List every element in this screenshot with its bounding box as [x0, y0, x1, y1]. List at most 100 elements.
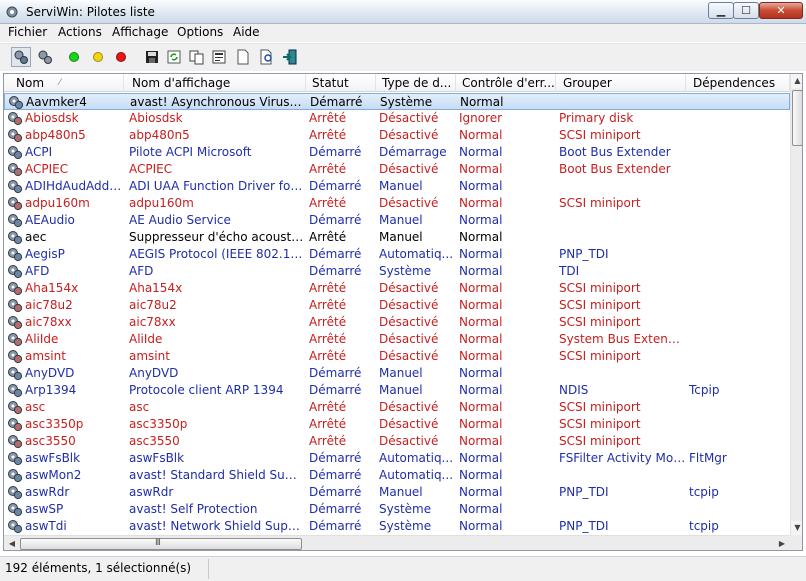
minimize-button[interactable]: ▁	[708, 2, 734, 19]
cell-error-control: Normal	[459, 366, 503, 380]
table-row[interactable]: AEAudio AE Audio Service Démarré Manuel Norm…	[4, 212, 790, 229]
menu-aide[interactable]: Aide	[233, 25, 260, 39]
table-row[interactable]: aic78u2 aic78u2 Arrêté Désactivé Normal SCSI …	[4, 297, 790, 314]
table-row[interactable]: aswRdr aswRdr Démarré Manuel Normal PNP_TDI tc…	[4, 484, 790, 501]
driver-gear-icon	[8, 129, 23, 143]
cell-error-control: Normal	[459, 247, 503, 261]
table-row[interactable]: adpu160m adpu160m Arrêté Désactivé Normal SCS…	[4, 195, 790, 212]
cell-status: Arrêté	[309, 281, 347, 295]
table-row[interactable]: ACPI Pilote ACPI Microsoft Démarré Démarrag…	[4, 144, 790, 161]
column-header-controle-erreur[interactable]: Contrôle d'err...	[456, 74, 556, 92]
table-row[interactable]: aswSP avast! Self Protection Démarré Systèm…	[4, 501, 790, 518]
table-row[interactable]: ADIHdAudAddS... ADI UAA Function Driver f…	[4, 178, 790, 195]
cell-name: aswTdi	[25, 519, 67, 533]
properties-icon	[14, 50, 28, 64]
vertical-scrollbar[interactable]: ▲ ▼	[790, 74, 802, 535]
properties-button[interactable]	[11, 47, 31, 67]
horizontal-scroll-thumb[interactable]: III	[20, 538, 302, 550]
cell-group: SCSI miniport	[559, 196, 641, 210]
driver-gear-icon	[8, 112, 23, 126]
menu-affichage[interactable]: Affichage	[112, 25, 168, 39]
table-row[interactable]: aic78xx aic78xx Arrêté Désactivé Normal SCSI …	[4, 314, 790, 331]
cell-status: Démarré	[309, 451, 362, 465]
scroll-down-arrow-icon[interactable]: ▼	[791, 521, 802, 535]
blank-page-icon	[237, 49, 249, 65]
save-button[interactable]	[142, 47, 162, 67]
cell-name: abp480n5	[25, 128, 86, 142]
table-row[interactable]: asc3550 asc3550 Arrêté Désactivé Normal SCSI …	[4, 433, 790, 450]
stop-icon	[116, 52, 126, 62]
cell-name: AEAudio	[25, 213, 75, 227]
app-gear-icon	[6, 6, 18, 18]
column-header-dependences[interactable]: Dépendences	[686, 74, 790, 92]
refresh-list-button[interactable]	[35, 47, 55, 67]
cell-display-name: Aha154x	[129, 281, 183, 295]
cell-group	[559, 365, 687, 382]
scroll-up-arrow-icon[interactable]: ▲	[791, 74, 802, 88]
table-row[interactable]: AegisP AEGIS Protocol (IEEE 802.1x) v... D…	[4, 246, 790, 263]
find-button[interactable]	[257, 47, 277, 67]
driver-gear-icon	[8, 350, 23, 364]
cell-dependencies	[689, 433, 787, 450]
vertical-scroll-thumb[interactable]	[792, 90, 802, 146]
table-row[interactable]: AFD AFD Démarré Système Normal TDI	[4, 263, 790, 280]
table-row[interactable]: AliIde AliIde Arrêté Désactivé Normal System …	[4, 331, 790, 348]
column-header-grouper[interactable]: Grouper	[556, 74, 686, 92]
driver-gear-icon	[8, 299, 23, 313]
scroll-left-arrow-icon[interactable]: ◀	[5, 537, 19, 550]
table-row[interactable]: Aha154x Aha154x Arrêté Désactivé Normal SCSI …	[4, 280, 790, 297]
table-row[interactable]: abp480n5 abp480n5 Arrêté Désactivé Normal SCS…	[4, 127, 790, 144]
close-button[interactable]: ✕	[759, 2, 803, 19]
table-row[interactable]: amsint amsint Arrêté Désactivé Normal SCSI mi…	[4, 348, 790, 365]
cell-start-type: Système	[379, 502, 432, 516]
exit-button[interactable]	[280, 47, 300, 67]
cell-display-name: avast! Self Protection	[129, 502, 258, 516]
table-row[interactable]: asc3350p asc3350p Arrêté Désactivé Normal SCS…	[4, 416, 790, 433]
cell-name: Aavmker4	[26, 95, 87, 109]
table-row[interactable]: asc asc Arrêté Désactivé Normal SCSI miniport	[4, 399, 790, 416]
pause-button[interactable]	[88, 47, 108, 67]
cell-dependencies: FltMgr	[689, 451, 727, 465]
cell-status: Démarré	[309, 468, 362, 482]
table-row[interactable]: aswFsBlk aswFsBlk Démarré Automatiq... Norma…	[4, 450, 790, 467]
list-header: Nom ⁄ Nom d'affichage Statut Type de d..…	[4, 74, 790, 92]
menu-options[interactable]: Options	[177, 25, 223, 39]
find-icon	[260, 49, 272, 65]
table-row[interactable]: aec Suppresseur d'écho acoustiqu... Arrêté…	[4, 229, 790, 246]
maximize-button[interactable]: ☐	[733, 2, 759, 19]
table-row[interactable]: Aavmker4 avast! Asynchronous Virus Mo... D…	[4, 93, 790, 110]
driver-gear-icon	[8, 486, 23, 500]
driver-gear-icon	[8, 384, 23, 398]
table-row[interactable]: aswTdi avast! Network Shield Support Démar…	[4, 518, 790, 535]
horizontal-scrollbar[interactable]: ◀ III ▶	[4, 535, 790, 550]
column-header-nom-affichage[interactable]: Nom d'affichage	[126, 74, 306, 92]
cell-dependencies: Tcpip	[689, 383, 720, 397]
menu-actions[interactable]: Actions	[58, 25, 102, 39]
table-row[interactable]: Abiosdsk Abiosdsk Arrêté Désactivé Ignorer Pr…	[4, 110, 790, 127]
copy-button[interactable]	[187, 47, 207, 67]
driver-gear-icon	[8, 180, 23, 194]
html-report-button[interactable]	[209, 47, 229, 67]
table-row[interactable]: Arp1394 Protocole client ARP 1394 Démarré M…	[4, 382, 790, 399]
table-row[interactable]: AnyDVD AnyDVD Démarré Manuel Normal	[4, 365, 790, 382]
cell-start-type: Système	[379, 264, 432, 278]
cell-group: SCSI miniport	[559, 417, 641, 431]
drivers-list[interactable]: Nom ⁄ Nom d'affichage Statut Type de d..…	[3, 73, 803, 551]
column-header-statut[interactable]: Statut	[306, 74, 376, 92]
cell-name: aic78u2	[25, 298, 73, 312]
column-header-type-demarrage[interactable]: Type de d...	[376, 74, 456, 92]
menu-fichier[interactable]: Fichier	[8, 25, 47, 39]
refresh-button[interactable]	[164, 47, 184, 67]
cell-dependencies	[689, 178, 787, 195]
start-button[interactable]	[64, 47, 84, 67]
column-header-nom[interactable]: Nom ⁄	[4, 74, 124, 92]
blank-page-button[interactable]	[233, 47, 253, 67]
cell-display-name: avast! Network Shield Support	[129, 519, 304, 533]
status-divider	[208, 559, 209, 579]
table-row[interactable]: ACPIEC ACPIEC Arrêté Désactivé Normal Boot Bu…	[4, 161, 790, 178]
driver-gear-icon	[8, 469, 23, 483]
table-row[interactable]: aswMon2 avast! Standard Shield Support Dém…	[4, 467, 790, 484]
driver-gear-icon	[8, 146, 23, 160]
stop-button[interactable]	[111, 47, 131, 67]
scroll-right-arrow-icon[interactable]: ▶	[775, 537, 789, 550]
